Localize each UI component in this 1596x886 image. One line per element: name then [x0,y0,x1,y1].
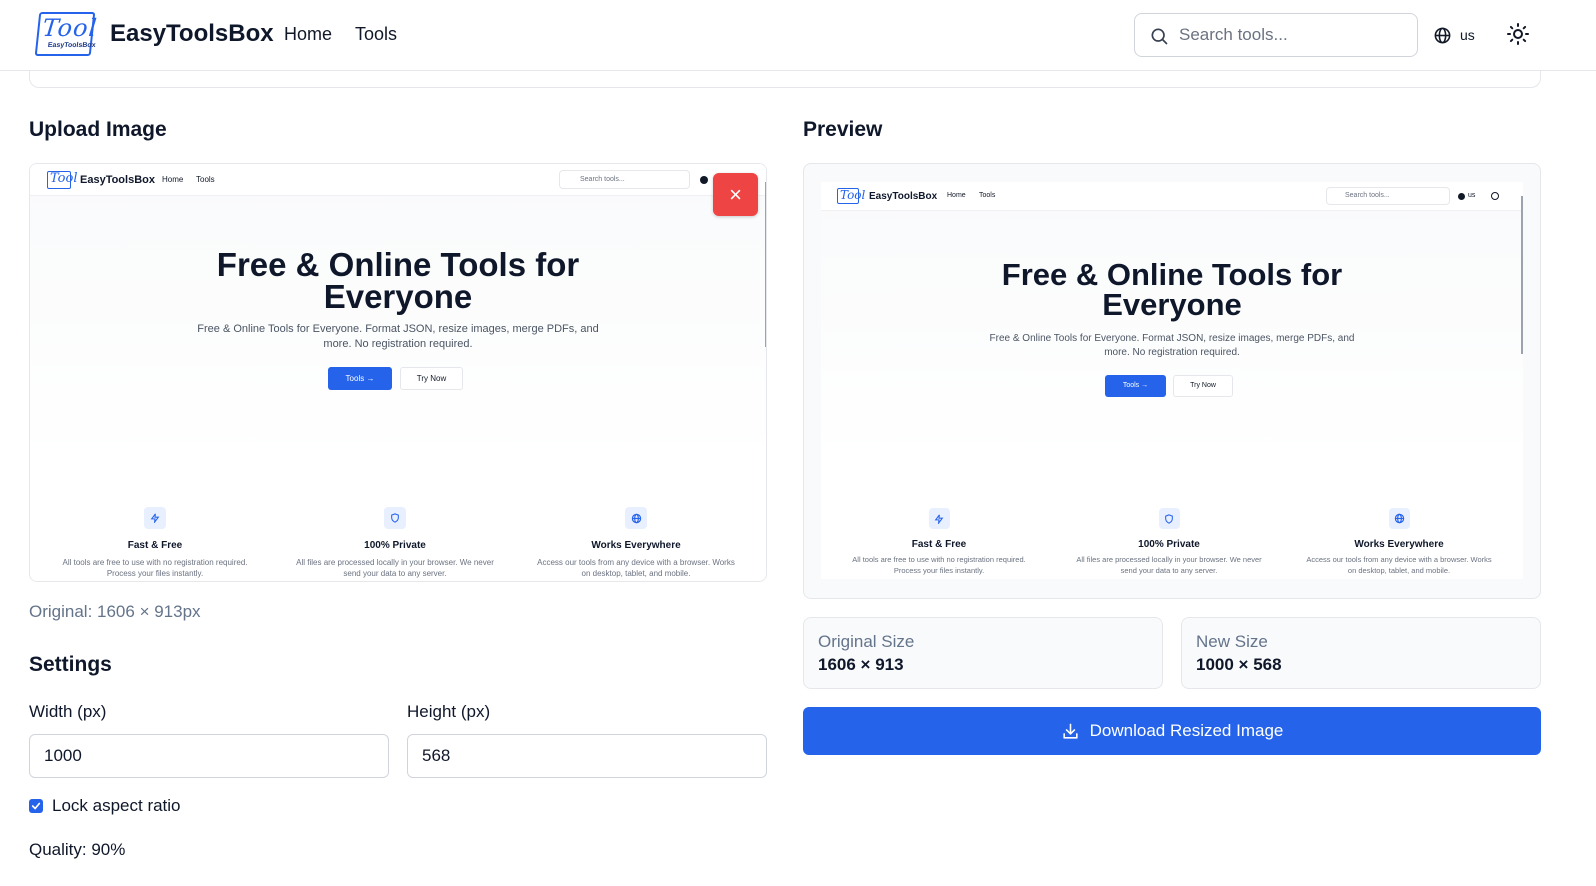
mini-nav-tools: Tools [196,175,215,184]
nav-link-home[interactable]: Home [284,24,332,45]
upload-image-heading: Upload Image [29,118,167,141]
mini-globe-icon [700,176,708,184]
download-label: Download Resized Image [1089,721,1284,740]
preview-mini-sun-icon [1491,192,1499,200]
width-field[interactable] [29,734,389,778]
uploaded-image: Tool EasyToolsBox Home Tools Search tool… [29,163,767,582]
preview-mini-nav-tools: Tools [979,192,996,199]
globe-icon [625,507,647,529]
settings-heading: Settings [29,653,112,676]
preview-tools-button: Tools → [1105,375,1166,397]
preview-feature-everywhere: Works Everywhere Access our tools from a… [1289,508,1509,576]
shield-icon [1158,508,1180,529]
logo-subtext: EasyToolsBox [47,42,96,49]
preview-mini-brand: EasyToolsBox [869,191,938,202]
original-size-card: Original Size 1606 × 913 [803,617,1163,689]
lock-aspect-ratio-label[interactable]: Lock aspect ratio [52,796,181,816]
preview-feature-private: 100% Private All files are processed loc… [1059,508,1279,576]
mini-feature-private: 100% Private All files are processed loc… [280,507,510,579]
globe-icon [1388,508,1410,529]
close-icon: × [729,181,742,207]
mini-feature-everywhere: Works Everywhere Access our tools from a… [521,507,751,579]
preview-panel: Tool EasyToolsBox Home Tools Search tool… [803,163,1541,599]
language-label: us [1460,27,1475,43]
theme-toggle-button[interactable] [1506,22,1532,48]
original-size-label: Original Size [818,632,915,651]
mini-hero-sub-line2: more. No registration required. [323,338,473,350]
preview-image: Tool EasyToolsBox Home Tools Search tool… [821,182,1523,579]
preview-mini-lang: us [1468,192,1476,199]
new-size-label: New Size [1196,632,1268,651]
search-input[interactable] [1179,22,1409,48]
preview-mini-scrollbar [1521,196,1523,354]
mini-feature-fast: Fast & Free All tools are free to use wi… [40,507,270,579]
preview-feature-fast: Fast & Free All tools are free to use wi… [829,508,1049,576]
mini-tools-button: Tools → [328,367,392,390]
lightning-icon [144,507,166,529]
mini-scrollbar [765,182,766,347]
lightning-icon [928,508,950,529]
new-size-card: New Size 1000 × 568 [1181,617,1541,689]
mini-nav-home: Home [162,175,184,184]
search-icon [1151,28,1168,45]
width-label: Width (px) [29,702,107,721]
preview-hero-sub-line2: more. No registration required. [1104,347,1240,358]
height-input[interactable] [408,735,766,777]
preview-mini-search: Search tools... [1326,187,1450,205]
preview-mini-globe-icon [1458,193,1465,200]
logo-text: Tool [41,14,99,42]
mini-header: Tool EasyToolsBox Home Tools Search tool… [30,164,766,196]
preview-mini-logo: Tool [837,188,865,204]
preview-try-now-button: Try Now [1173,375,1233,397]
height-field[interactable] [407,734,767,778]
top-navigation-bar: Tool EasyToolsBox EasyToolsBox Home Tool… [0,0,1596,71]
language-selector[interactable]: us [1433,22,1475,48]
width-input[interactable] [30,735,388,777]
preview-hero-sub-line1: Free & Online Tools for Everyone. Format… [989,333,1355,344]
brand-name[interactable]: EasyToolsBox [110,20,274,48]
preview-mini-nav-home: Home [947,192,966,199]
nav-link-tools[interactable]: Tools [355,24,397,45]
mini-try-now-button: Try Now [400,367,463,390]
lock-aspect-ratio-checkbox[interactable] [29,799,43,813]
logo[interactable]: Tool EasyToolsBox [34,12,99,56]
uploaded-image-content: Tool EasyToolsBox Home Tools Search tool… [30,164,766,581]
mini-hero-sub-line1: Free & Online Tools for Everyone. Format… [197,323,599,335]
mini-brand: EasyToolsBox [80,174,155,186]
search-box[interactable] [1134,13,1418,57]
remove-image-button[interactable]: × [713,173,758,216]
shield-icon [384,507,406,529]
checkmark-icon [31,802,41,810]
download-resized-image-button[interactable]: Download Resized Image [803,707,1541,755]
download-icon [1063,723,1078,739]
original-size-value: 1606 × 913 [818,655,904,674]
mini-search: Search tools... [559,170,690,189]
globe-icon [1434,27,1451,43]
original-dimensions-text: Original: 1606 × 913px [29,602,201,621]
preview-mini-header: Tool EasyToolsBox Home Tools Search tool… [821,182,1523,211]
mini-hero-title-line2: Everyone [323,278,473,315]
new-size-value: 1000 × 568 [1196,655,1282,674]
preview-hero-title-line2: Everyone [1102,287,1242,322]
mini-logo: Tool [47,171,77,189]
sun-icon [1507,23,1529,45]
quality-label: Quality: 90% [29,840,126,859]
preview-heading: Preview [803,118,883,141]
height-label: Height (px) [407,702,491,721]
